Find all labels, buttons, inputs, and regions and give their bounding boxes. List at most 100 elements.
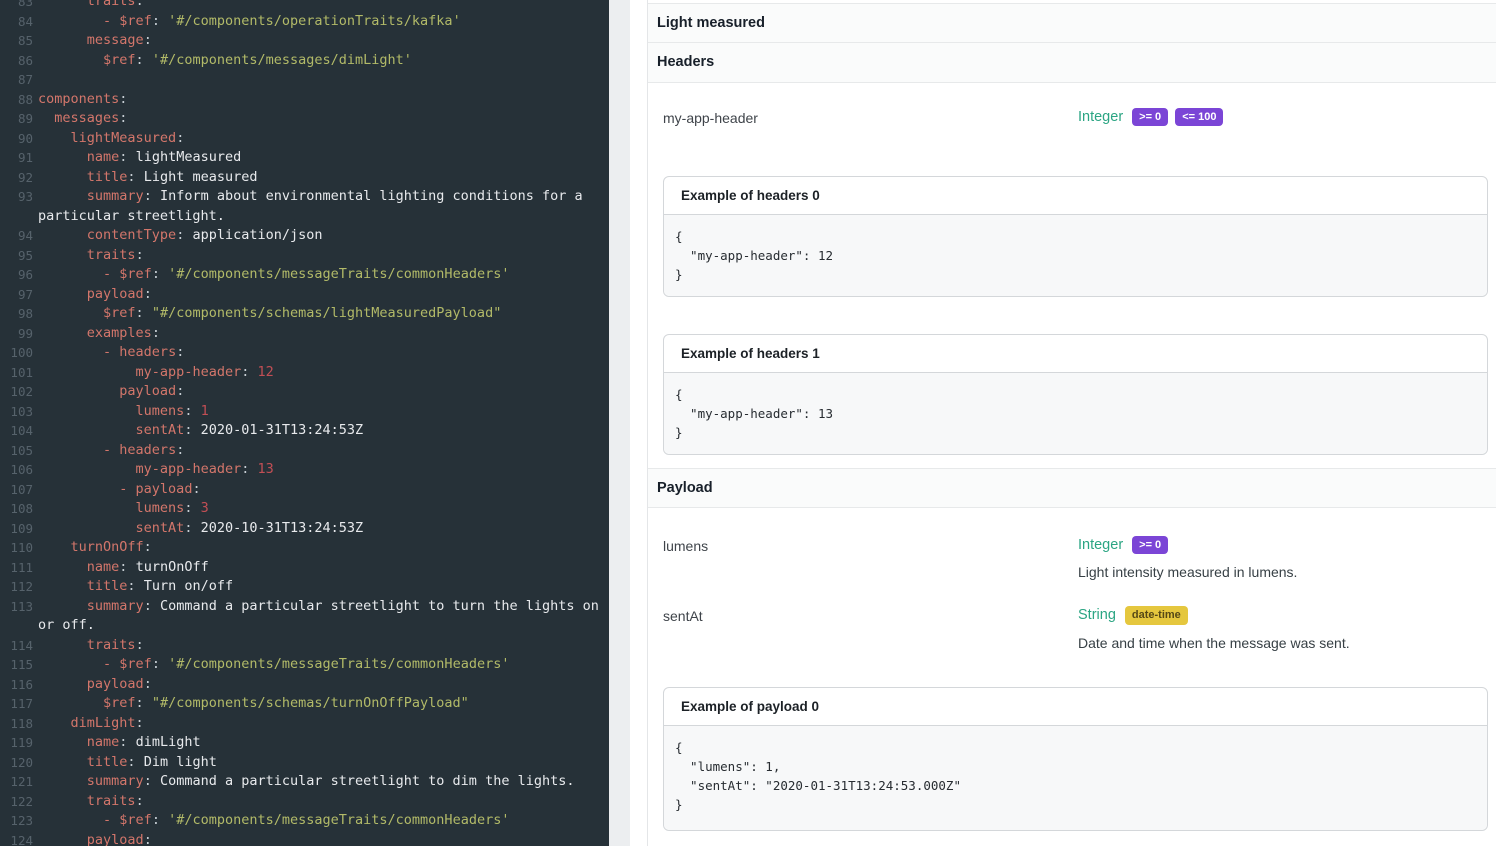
example-headers-1: Example of headers 1 { "my-app-header": … bbox=[663, 334, 1488, 455]
editor-line[interactable]: 102 payload: bbox=[0, 382, 609, 402]
editor-line[interactable]: 108 lumens: 3 bbox=[0, 499, 609, 519]
editor-line[interactable]: 124 payload: bbox=[0, 831, 609, 846]
line-number: 88 bbox=[0, 90, 33, 110]
field-description: Date and time when the message was sent. bbox=[1078, 635, 1496, 651]
editor-line[interactable]: 84 - $ref: '#/components/operationTraits… bbox=[0, 12, 609, 32]
editor-line[interactable]: 118 dimLight: bbox=[0, 714, 609, 734]
line-number: 93 bbox=[0, 187, 33, 207]
line-number: 101 bbox=[0, 363, 33, 383]
field-sentat: sentAt String date-time Date and time wh… bbox=[648, 606, 1496, 650]
editor-line[interactable]: 94 contentType: application/json bbox=[0, 226, 609, 246]
editor-line[interactable]: 85 message: bbox=[0, 31, 609, 51]
editor-line[interactable]: 86 $ref: '#/components/messages/dimLight… bbox=[0, 51, 609, 71]
editor-line[interactable]: 83 traits: bbox=[0, 0, 609, 12]
editor-line[interactable]: 96 - $ref: '#/components/messageTraits/c… bbox=[0, 265, 609, 285]
line-number: 106 bbox=[0, 460, 33, 480]
line-number: 116 bbox=[0, 675, 33, 695]
field-constraint-badges: >= 0 bbox=[1132, 536, 1175, 554]
line-number: 97 bbox=[0, 285, 33, 305]
line-number: 89 bbox=[0, 109, 33, 129]
line-number: 122 bbox=[0, 792, 33, 812]
editor-line[interactable]: 88components: bbox=[0, 90, 609, 110]
editor-line[interactable]: 89 messages: bbox=[0, 109, 609, 129]
payload-section-label: Payload bbox=[657, 480, 713, 496]
editor-line[interactable]: 113 summary: Command a particular street… bbox=[0, 597, 609, 617]
editor-line[interactable]: 97 payload: bbox=[0, 285, 609, 305]
example-title: Example of headers 1 bbox=[664, 335, 1487, 373]
field-lumens: lumens Integer >= 0 Light intensity meas… bbox=[648, 536, 1496, 580]
line-number: 118 bbox=[0, 714, 33, 734]
schema-badge: date-time bbox=[1125, 606, 1188, 624]
line-number: 83 bbox=[0, 0, 33, 12]
example-json: { "lumens": 1, "sentAt": "2020-01-31T13:… bbox=[664, 726, 1487, 830]
editor-line[interactable]: 110 turnOnOff: bbox=[0, 538, 609, 558]
editor-line[interactable]: 123 - $ref: '#/components/messageTraits/… bbox=[0, 811, 609, 831]
pane-divider[interactable] bbox=[609, 0, 630, 846]
line-number: 119 bbox=[0, 733, 33, 753]
line-number: 117 bbox=[0, 694, 33, 714]
editor-line[interactable]: particular streetlight. bbox=[0, 207, 609, 227]
editor-line[interactable]: 122 traits: bbox=[0, 792, 609, 812]
editor-line[interactable]: 121 summary: Command a particular street… bbox=[0, 772, 609, 792]
editor-line[interactable]: 114 traits: bbox=[0, 636, 609, 656]
line-number: 99 bbox=[0, 324, 33, 344]
editor-line[interactable]: 107 - payload: bbox=[0, 480, 609, 500]
editor-line[interactable]: 109 sentAt: 2020-10-31T13:24:53Z bbox=[0, 519, 609, 539]
asyncapi-studio: 83 traits:84 - $ref: '#/components/opera… bbox=[0, 0, 1500, 846]
line-number: 90 bbox=[0, 129, 33, 149]
payload-section-bar: Payload bbox=[648, 468, 1496, 508]
field-type: Integer bbox=[1078, 109, 1123, 125]
field-name: my-app-header bbox=[663, 108, 1078, 126]
editor-line[interactable]: 103 lumens: 1 bbox=[0, 402, 609, 422]
example-headers-0: Example of headers 0 { "my-app-header": … bbox=[663, 176, 1488, 297]
line-number: 109 bbox=[0, 519, 33, 539]
editor-line[interactable]: 119 name: dimLight bbox=[0, 733, 609, 753]
editor-line[interactable]: 87 bbox=[0, 70, 609, 90]
editor-line[interactable]: 93 summary: Inform about environmental l… bbox=[0, 187, 609, 207]
line-number: 100 bbox=[0, 343, 33, 363]
editor-line[interactable]: 120 title: Dim light bbox=[0, 753, 609, 773]
editor-line[interactable]: 91 name: lightMeasured bbox=[0, 148, 609, 168]
line-number: 92 bbox=[0, 168, 33, 188]
schema-badge: >= 0 bbox=[1132, 536, 1168, 554]
example-title: Example of payload 0 bbox=[664, 688, 1487, 726]
editor-line[interactable]: 99 examples: bbox=[0, 324, 609, 344]
editor-line[interactable]: 111 name: turnOnOff bbox=[0, 558, 609, 578]
editor-line[interactable]: 100 - headers: bbox=[0, 343, 609, 363]
line-number: 94 bbox=[0, 226, 33, 246]
line-number: 84 bbox=[0, 12, 33, 32]
editor-line[interactable]: 98 $ref: "#/components/schemas/lightMeas… bbox=[0, 304, 609, 324]
headers-section-bar: Headers bbox=[648, 43, 1496, 83]
editor-line[interactable]: 90 lightMeasured: bbox=[0, 129, 609, 149]
field-name: lumens bbox=[663, 536, 1078, 580]
line-number: 102 bbox=[0, 382, 33, 402]
editor-line[interactable]: 116 payload: bbox=[0, 675, 609, 695]
editor-line[interactable]: 117 $ref: "#/components/schemas/turnOnOf… bbox=[0, 694, 609, 714]
docs-panel[interactable]: Light measured Headers my-app-header Int… bbox=[647, 0, 1496, 846]
editor-line[interactable]: 92 title: Light measured bbox=[0, 168, 609, 188]
editor-line[interactable]: 115 - $ref: '#/components/messageTraits/… bbox=[0, 655, 609, 675]
editor-line[interactable]: 95 traits: bbox=[0, 246, 609, 266]
field-type: String bbox=[1078, 607, 1116, 623]
line-number: 96 bbox=[0, 265, 33, 285]
example-payload-0: Example of payload 0 { "lumens": 1, "sen… bbox=[663, 687, 1488, 831]
line-number: 108 bbox=[0, 499, 33, 519]
line-number: 123 bbox=[0, 811, 33, 831]
line-number bbox=[0, 207, 33, 227]
editor-line[interactable]: 112 title: Turn on/off bbox=[0, 577, 609, 597]
yaml-editor[interactable]: 83 traits:84 - $ref: '#/components/opera… bbox=[0, 0, 609, 846]
line-number: 115 bbox=[0, 655, 33, 675]
editor-line[interactable]: 106 my-app-header: 13 bbox=[0, 460, 609, 480]
field-description: Light intensity measured in lumens. bbox=[1078, 564, 1496, 580]
field-constraint-badges: >= 0<= 100 bbox=[1132, 108, 1230, 126]
line-number: 86 bbox=[0, 51, 33, 71]
editor-line[interactable]: 101 my-app-header: 12 bbox=[0, 363, 609, 383]
editor-line[interactable]: or off. bbox=[0, 616, 609, 636]
line-number: 107 bbox=[0, 480, 33, 500]
line-number: 104 bbox=[0, 421, 33, 441]
line-number: 103 bbox=[0, 402, 33, 422]
message-title: Light measured bbox=[657, 15, 765, 31]
editor-line[interactable]: 104 sentAt: 2020-01-31T13:24:53Z bbox=[0, 421, 609, 441]
editor-line[interactable]: 105 - headers: bbox=[0, 441, 609, 461]
line-number: 114 bbox=[0, 636, 33, 656]
